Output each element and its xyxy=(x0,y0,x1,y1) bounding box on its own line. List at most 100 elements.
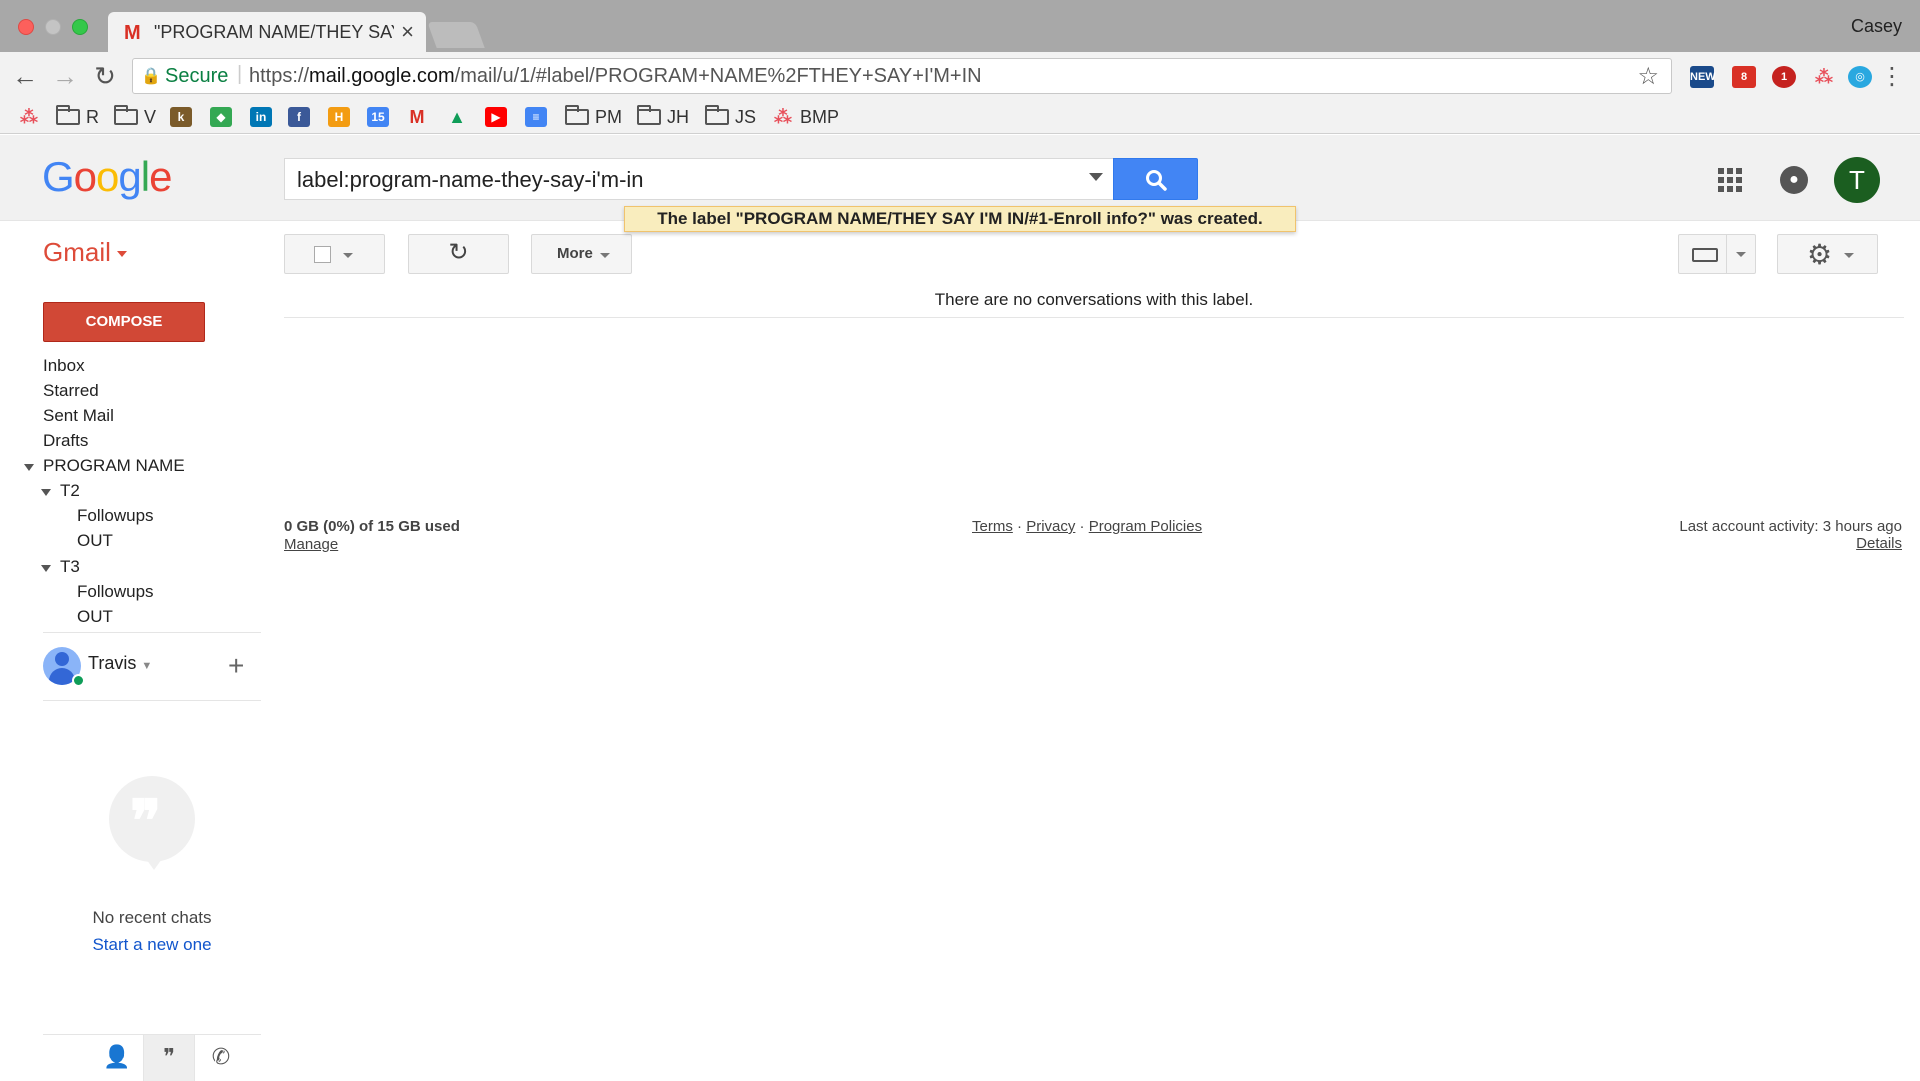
collapse-triangle-icon[interactable] xyxy=(41,489,51,496)
bookmark-folder-pm[interactable]: PM xyxy=(565,105,622,128)
sidebar-item-t2-out[interactable]: OUT xyxy=(77,531,113,551)
bookmark-asana[interactable]: ⁂ xyxy=(18,106,40,128)
collapse-triangle-icon[interactable] xyxy=(24,464,34,471)
extension-news-icon[interactable]: NEW xyxy=(1690,66,1716,88)
gmail-menu[interactable]: Gmail xyxy=(43,237,127,268)
extension-compass-icon[interactable]: ◎ xyxy=(1848,66,1872,88)
sidebar-item-t3[interactable]: T3 xyxy=(60,557,80,577)
compose-button[interactable]: COMPOSE xyxy=(43,302,205,342)
sidebar-item-t3-out[interactable]: OUT xyxy=(77,607,113,627)
bookmark-folder-js[interactable]: JS xyxy=(705,105,757,128)
sidebar-item-t2[interactable]: T2 xyxy=(60,481,80,501)
asana-icon: ⁂ xyxy=(19,107,39,127)
bookmark-k[interactable]: k xyxy=(170,106,192,128)
bookmark-label: JH xyxy=(667,106,689,127)
search-options-chevron-down-icon[interactable] xyxy=(1089,173,1103,181)
terms-link[interactable]: Terms xyxy=(972,518,1013,535)
sidebar-item-program-name[interactable]: PROGRAM NAME xyxy=(43,456,185,476)
bookmark-docs[interactable]: ≡ xyxy=(525,106,547,128)
window-close-button[interactable] xyxy=(18,19,34,35)
docs-icon: ≡ xyxy=(525,107,547,127)
gmail-icon: M xyxy=(409,107,425,127)
bookmark-folder-jh[interactable]: JH xyxy=(637,105,689,128)
sidebar-item-drafts[interactable]: Drafts xyxy=(43,431,88,451)
search-button[interactable] xyxy=(1113,158,1198,200)
bookmark-maps[interactable]: ◆ xyxy=(210,106,232,128)
reload-icon[interactable]: ↻ xyxy=(90,61,120,92)
extension-asana-icon[interactable]: ⁂ xyxy=(1812,66,1836,88)
search-input[interactable] xyxy=(297,167,1057,193)
bookmark-label: BMP xyxy=(800,106,840,127)
details-link[interactable]: Details xyxy=(1679,535,1902,552)
gmail-favicon-icon: M xyxy=(124,22,141,44)
extension-badge: 8 xyxy=(1740,71,1748,83)
bookmark-facebook[interactable]: f xyxy=(288,106,310,128)
bookmark-bmp[interactable]: ⁂ BMP xyxy=(772,106,839,128)
footer-separator: · xyxy=(1017,518,1023,535)
contacts-person-icon[interactable]: 👤 xyxy=(91,1035,143,1081)
start-new-chat-link[interactable]: Start a new one xyxy=(43,935,261,955)
settings-button[interactable]: ⚙ xyxy=(1777,234,1878,274)
browser-menu-icon[interactable]: ⋮ xyxy=(1880,62,1904,91)
window-minimize-button[interactable] xyxy=(45,19,61,35)
last-activity-text: Last account activity: 3 hours ago xyxy=(1679,518,1902,535)
bookmark-youtube[interactable]: ▶ xyxy=(485,106,507,128)
input-tools-button[interactable] xyxy=(1678,234,1756,274)
address-bar[interactable]: 🔒 Secure | https://mail.google.com/mail/… xyxy=(132,58,1672,94)
extension-adblock-icon[interactable]: 1 xyxy=(1772,66,1796,88)
chevron-down-icon xyxy=(116,251,127,258)
apps-grid-icon[interactable] xyxy=(1718,168,1742,192)
chat-user-name: Travis xyxy=(88,653,137,673)
phone-icon[interactable]: ✆ xyxy=(195,1035,247,1081)
divider xyxy=(43,632,261,633)
hangouts-bubble-tail xyxy=(144,856,164,870)
tab-close-icon[interactable]: × xyxy=(401,19,414,45)
select-checkbox-button[interactable] xyxy=(284,234,385,274)
google-logo[interactable]: Google xyxy=(42,153,172,201)
tab-title: "PROGRAM NAME/THEY SAY I xyxy=(154,22,394,42)
manage-storage-link[interactable]: Manage xyxy=(284,536,338,553)
hangouts-chat-icon[interactable]: ❞ xyxy=(143,1035,195,1081)
chevron-down-icon: ▼ xyxy=(141,660,153,672)
extension-calendar-icon[interactable]: 8 xyxy=(1732,66,1756,88)
sidebar-item-t2-followups[interactable]: Followups xyxy=(77,506,154,526)
back-arrow-icon[interactable]: ← xyxy=(10,61,40,92)
more-button[interactable]: More xyxy=(531,234,632,274)
new-tab-button[interactable] xyxy=(427,22,485,48)
bookmark-label: JS xyxy=(735,106,757,127)
more-label: More xyxy=(557,245,593,262)
sidebar-item-sent-mail[interactable]: Sent Mail xyxy=(43,406,114,426)
chevron-down-icon[interactable] xyxy=(1736,252,1746,257)
program-policies-link[interactable]: Program Policies xyxy=(1089,518,1202,535)
window-maximize-button[interactable] xyxy=(72,19,88,35)
url-text[interactable]: https://mail.google.com/mail/u/1/#label/… xyxy=(249,65,982,88)
checkbox-icon xyxy=(314,246,331,263)
collapse-triangle-icon[interactable] xyxy=(41,565,51,572)
bookmark-linkedin[interactable]: in xyxy=(250,106,272,128)
label-created-notification: The label "PROGRAM NAME/THEY SAY I'M IN/… xyxy=(624,206,1296,232)
sidebar-item-inbox[interactable]: Inbox xyxy=(43,356,85,376)
notifications-bell-icon[interactable]: ● xyxy=(1780,166,1808,194)
bookmark-calendar[interactable]: 15 xyxy=(367,106,389,128)
bookmark-folder-v[interactable]: V xyxy=(114,105,156,128)
chat-user-menu[interactable]: Travis ▼ xyxy=(88,653,152,674)
bookmark-h[interactable]: H xyxy=(328,106,350,128)
refresh-button[interactable]: ↻ xyxy=(408,234,509,274)
url-path: /mail/u/1/#label/PROGRAM+NAME%2FTHEY+SAY… xyxy=(454,65,982,87)
bookmark-folder-r[interactable]: R xyxy=(56,105,99,128)
account-avatar[interactable]: T xyxy=(1834,157,1880,203)
bookmark-star-icon[interactable]: ☆ xyxy=(1637,62,1659,91)
bookmark-gmail[interactable]: M xyxy=(406,106,428,128)
bookmark-drive[interactable]: ▲ xyxy=(446,106,468,128)
browser-tab-active[interactable]: M "PROGRAM NAME/THEY SAY I × xyxy=(108,12,426,52)
forward-arrow-icon[interactable]: → xyxy=(50,61,80,92)
url-separator: | xyxy=(237,63,243,85)
facebook-icon: f xyxy=(288,107,310,127)
privacy-link[interactable]: Privacy xyxy=(1026,518,1075,535)
sidebar-item-starred[interactable]: Starred xyxy=(43,381,99,401)
footer-links: Terms · Privacy · Program Policies xyxy=(972,518,1202,535)
sidebar-item-t3-followups[interactable]: Followups xyxy=(77,582,154,602)
storage-usage: 0 GB (0%) of 15 GB used xyxy=(284,518,460,535)
add-contact-plus-icon[interactable]: + xyxy=(228,650,244,682)
browser-profile-name[interactable]: Casey xyxy=(1851,16,1902,37)
